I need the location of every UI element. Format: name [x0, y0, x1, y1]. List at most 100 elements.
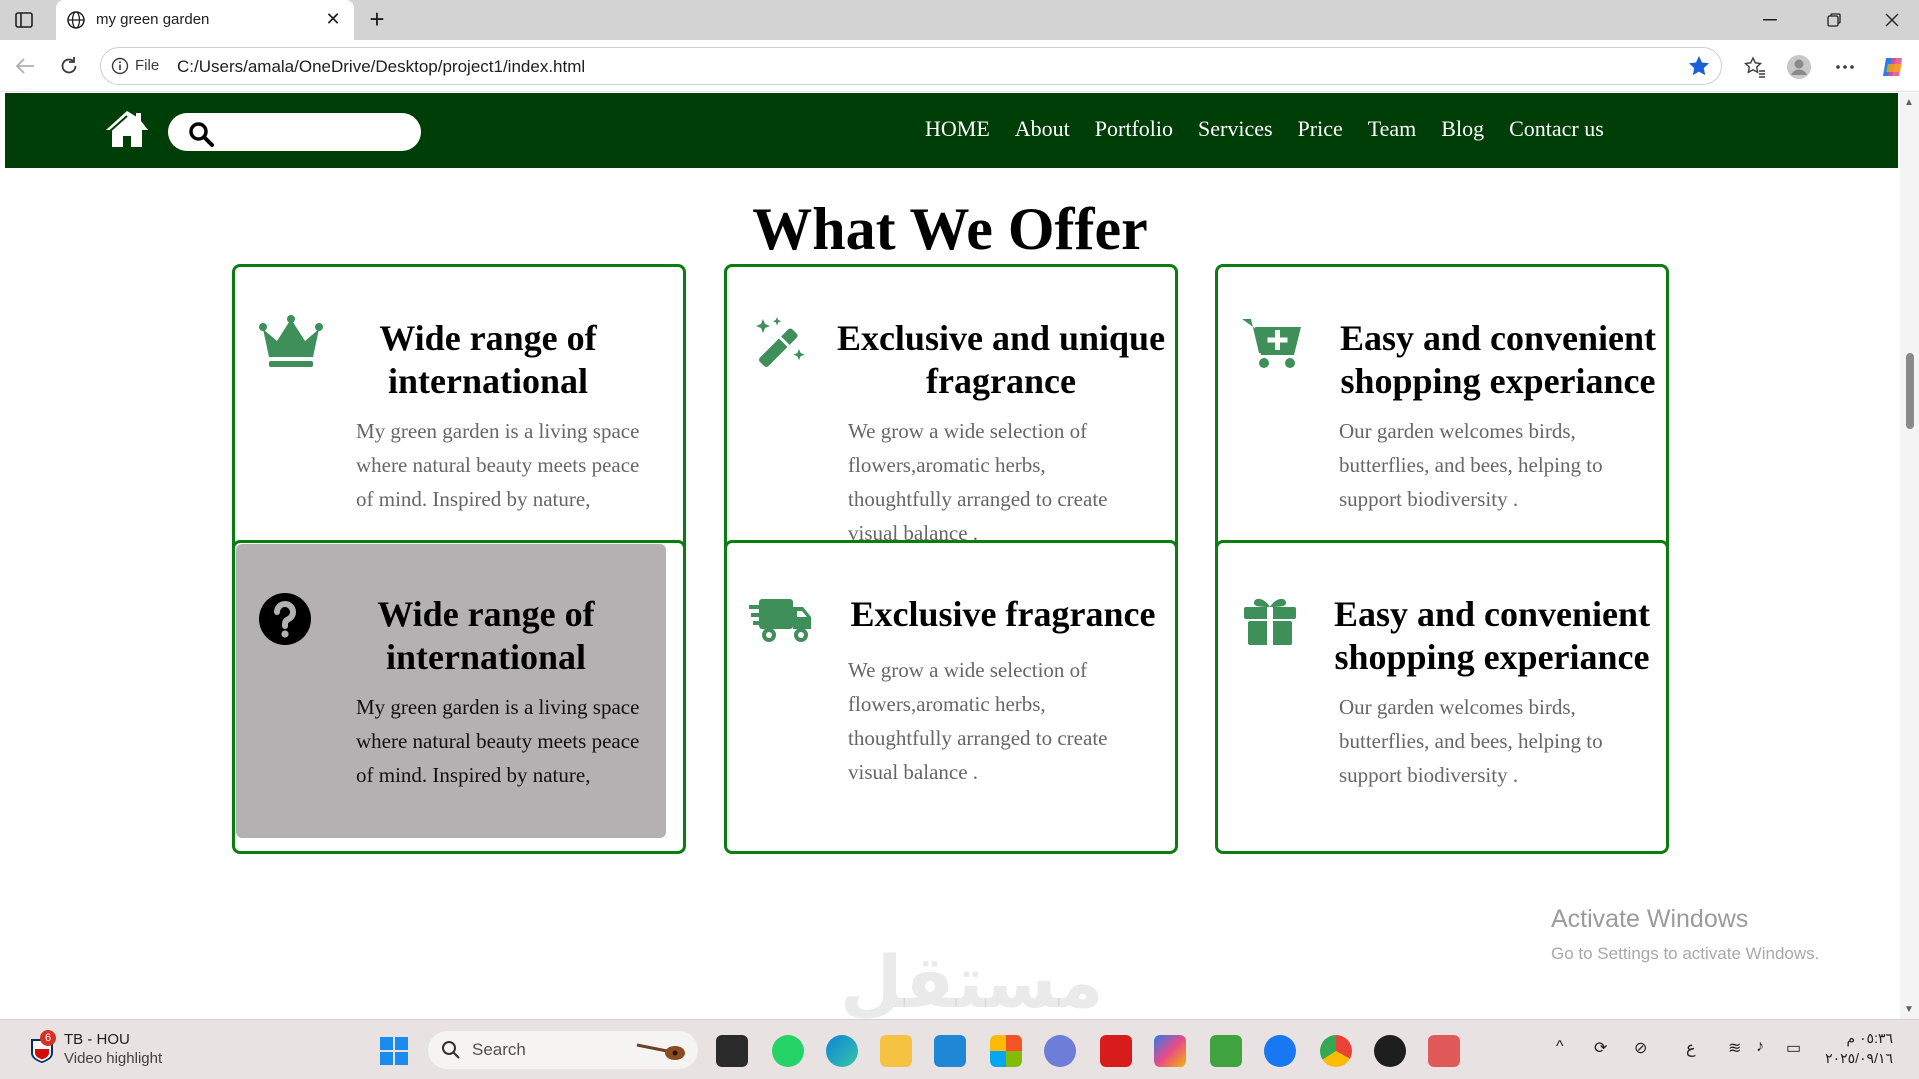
- question-circle-icon: [259, 593, 311, 645]
- menu-blog[interactable]: Blog: [1441, 116, 1484, 142]
- screen: my green garden ✕ + File C:/Users/amala/…: [0, 0, 1919, 1079]
- menu-portfolio[interactable]: Portfolio: [1095, 116, 1173, 142]
- search-icon: [442, 1041, 460, 1059]
- menu-services[interactable]: Services: [1198, 116, 1273, 142]
- back-icon[interactable]: [12, 53, 38, 79]
- profile-avatar-icon[interactable]: [1786, 54, 1812, 80]
- scheme-label: File: [135, 57, 160, 74]
- browser-tab[interactable]: my green garden ✕: [56, 0, 354, 40]
- scrollbar-thumb[interactable]: [1906, 353, 1914, 429]
- taskbar-search-label: Search: [472, 1040, 526, 1059]
- offer-card[interactable]: Exclusive fragrance We grow a wide selec…: [724, 540, 1178, 854]
- card-title: Wide range of international: [379, 318, 597, 401]
- wps-office-icon[interactable]: [1100, 1035, 1132, 1067]
- nodejs-icon[interactable]: [1210, 1035, 1242, 1067]
- windows-taskbar: 6 TB - HOU Video highlight Search ^ ⟳ ⊘: [0, 1019, 1919, 1079]
- gift-icon: [1244, 598, 1296, 645]
- page-viewport: HOME About Portfolio Services Price Team…: [0, 93, 1900, 1019]
- copilot-icon[interactable]: [1880, 54, 1906, 80]
- tray-chevron-icon[interactable]: ^: [1556, 1038, 1564, 1056]
- guitar-icon: [636, 1043, 685, 1060]
- news-widget[interactable]: 6 TB - HOU Video highlight: [28, 1030, 228, 1072]
- taskbar-clock[interactable]: ٠٥:٣٦ م ٢٠٢٥/٠٩/١٦: [1825, 1028, 1893, 1068]
- home-icon[interactable]: [105, 109, 149, 149]
- activate-windows-title: Activate Windows: [1551, 905, 1749, 933]
- vscode-icon[interactable]: [934, 1035, 966, 1067]
- card-text: My green garden is a living space where n…: [356, 419, 640, 511]
- battery-icon[interactable]: ▭: [1786, 1038, 1801, 1058]
- offer-card-hovered[interactable]: Wide range of international My green gard…: [232, 540, 686, 854]
- ms-store-icon[interactable]: [990, 1035, 1022, 1067]
- card-text: My green garden is a living space where n…: [356, 695, 640, 787]
- card-title: Wide range of international: [377, 594, 595, 677]
- card-title: Exclusive fragrance: [850, 594, 1156, 634]
- sync-icon[interactable]: ⟳: [1594, 1038, 1607, 1058]
- menu-about[interactable]: About: [1015, 116, 1070, 142]
- minimize-icon[interactable]: [1758, 8, 1782, 32]
- browser-tab-bar: my green garden ✕ +: [0, 0, 1919, 40]
- scroll-up-arrow-icon[interactable]: ▲: [1904, 97, 1914, 108]
- offer-card[interactable]: Easy and convenient shopping experiance O…: [1215, 540, 1669, 854]
- globe-icon: [67, 11, 85, 29]
- menu-contact[interactable]: Contacr us: [1509, 116, 1604, 142]
- tab-actions-icon[interactable]: [14, 10, 34, 30]
- reload-icon[interactable]: [56, 53, 82, 79]
- notification-badge: 6: [40, 1030, 56, 1046]
- offer-card[interactable]: Easy and convenient shopping experiance O…: [1215, 264, 1669, 578]
- site-navbar: HOME About Portfolio Services Price Team…: [5, 93, 1898, 168]
- cart-plus-icon: [1242, 319, 1301, 368]
- task-view-icon[interactable]: [716, 1035, 748, 1067]
- url-text[interactable]: C:/Users/amala/OneDrive/Desktop/project1…: [177, 57, 585, 77]
- edge-icon[interactable]: [826, 1035, 858, 1067]
- windows-start-icon[interactable]: [380, 1037, 408, 1065]
- card-text: Our garden welcomes birds, butterflies, a…: [1339, 695, 1603, 787]
- taskbar-search[interactable]: Search: [428, 1031, 698, 1069]
- volume-icon[interactable]: ♪: [1756, 1038, 1764, 1056]
- media-player-icon[interactable]: [1374, 1035, 1406, 1067]
- snipping-tool-icon[interactable]: [1428, 1035, 1460, 1067]
- page-scrollbar[interactable]: ▲ ▼: [1900, 93, 1919, 1019]
- messenger-icon[interactable]: [1264, 1035, 1296, 1067]
- card-title: Easy and convenient shopping experiance: [1333, 594, 1651, 677]
- favorite-star-icon[interactable]: [1687, 54, 1711, 78]
- offer-card[interactable]: Wide range of international My green gard…: [232, 264, 686, 578]
- card-title: Easy and convenient shopping experiance: [1339, 318, 1657, 401]
- clock-date: ٢٠٢٥/٠٩/١٦: [1825, 1050, 1893, 1066]
- window-close-icon[interactable]: [1880, 8, 1904, 32]
- card-title: Exclusive and unique fragrance: [836, 318, 1166, 401]
- section-title: What We Offer: [752, 196, 1148, 262]
- menu-price[interactable]: Price: [1298, 116, 1343, 142]
- browser-toolbar: File C:/Users/amala/OneDrive/Desktop/pro…: [0, 40, 1919, 92]
- search-icon: [189, 122, 214, 147]
- chrome-icon[interactable]: [1320, 1035, 1352, 1067]
- widget-subline: Video highlight: [64, 1050, 163, 1067]
- tab-title: my green garden: [96, 11, 210, 28]
- favorites-icon[interactable]: [1742, 54, 1768, 80]
- activate-windows-subtitle: Go to Settings to activate Windows.: [1551, 944, 1820, 963]
- menu-team[interactable]: Team: [1368, 116, 1417, 142]
- address-bar[interactable]: File C:/Users/amala/OneDrive/Desktop/pro…: [100, 47, 1722, 85]
- clock-time: ٠٥:٣٦ م: [1846, 1030, 1893, 1046]
- wifi-icon[interactable]: ≋: [1728, 1038, 1741, 1058]
- restore-icon[interactable]: [1822, 8, 1846, 32]
- scroll-down-arrow-icon[interactable]: ▼: [1904, 1004, 1914, 1015]
- new-tab-button[interactable]: +: [364, 6, 390, 32]
- info-icon[interactable]: [111, 57, 129, 75]
- magic-wand-icon: [756, 317, 805, 367]
- card-text: We grow a wide selection of flowers,aroma…: [848, 419, 1108, 545]
- copilot-icon[interactable]: [1154, 1035, 1186, 1067]
- language-indicator[interactable]: ع: [1686, 1038, 1696, 1058]
- more-options-icon[interactable]: [1832, 54, 1858, 80]
- app-icon[interactable]: [1044, 1035, 1076, 1067]
- mostaql-watermark: مستقل: [840, 940, 1104, 1024]
- tab-close-icon[interactable]: ✕: [322, 8, 344, 30]
- card-text: Our garden welcomes birds, butterflies, a…: [1339, 419, 1603, 511]
- truck-icon: [749, 599, 811, 642]
- crown-icon: [259, 315, 323, 367]
- offer-card[interactable]: Exclusive and unique fragrance We grow a …: [724, 264, 1178, 578]
- menu-home[interactable]: HOME: [925, 116, 990, 142]
- file-explorer-icon[interactable]: [880, 1035, 912, 1067]
- card-text: We grow a wide selection of flowers,aroma…: [848, 658, 1108, 784]
- whatsapp-icon[interactable]: [772, 1035, 804, 1067]
- network-off-icon[interactable]: ⊘: [1634, 1038, 1647, 1058]
